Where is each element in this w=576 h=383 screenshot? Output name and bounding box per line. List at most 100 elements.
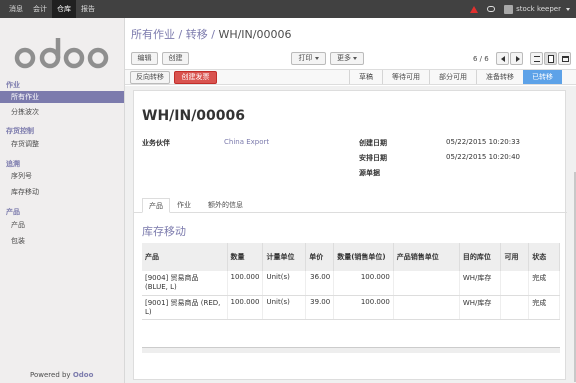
avatar: [504, 4, 514, 14]
sidebar-section-operations: 作业: [6, 81, 20, 89]
create-invoice-button[interactable]: 创建发票: [174, 71, 217, 84]
sidebar-section-traceability: 追溯: [6, 160, 20, 168]
chevron-down-icon: [566, 7, 570, 11]
form-icon: [548, 55, 554, 63]
form-sheet-background: WH/IN/00006 业务伙伴 China Export 创建日期 05/22…: [125, 86, 576, 383]
scheduled-date-label: 安排日期: [359, 154, 387, 162]
sidebar-section-products: 产品: [6, 208, 20, 216]
breadcrumb: 所有作业 / 转移 / WH/IN/00006: [131, 26, 291, 42]
top-menu-accounting[interactable]: 会计: [28, 0, 52, 18]
odoo-logo[interactable]: [14, 34, 110, 74]
document-name: WH/IN/00006: [142, 108, 246, 124]
pager-previous-button[interactable]: [496, 52, 509, 65]
chat-icon[interactable]: [487, 6, 496, 12]
cell-unit-price: 36.00: [305, 271, 335, 296]
form-view-button[interactable]: [544, 52, 557, 65]
cell-unit-price: 39.00: [305, 295, 335, 320]
cell-destination: WH/库存: [459, 271, 502, 296]
calendar-view-button[interactable]: [558, 52, 571, 65]
tab-products[interactable]: 产品: [142, 198, 170, 213]
partner-label: 业务伙伴: [142, 139, 170, 147]
user-menu[interactable]: stock keeper: [504, 4, 570, 14]
column-header-product[interactable]: 产品: [142, 243, 228, 271]
partner-link[interactable]: China Export: [224, 138, 269, 146]
create-button[interactable]: 创建: [162, 52, 189, 65]
sidebar-item-products[interactable]: 产品: [0, 219, 124, 231]
column-header-unit-price[interactable]: 单价: [305, 243, 335, 271]
cell-state: 完成: [528, 271, 560, 296]
user-name: stock keeper: [516, 5, 561, 13]
cell-uom: Unit(s): [262, 295, 307, 320]
column-header-quantity[interactable]: 数量: [227, 243, 264, 271]
more-label: 更多: [337, 54, 351, 62]
table-row[interactable]: [9004] 贸易商品 (BLUE, L) 100.000 Unit(s) 36…: [142, 271, 560, 296]
stage-transferred[interactable]: 已转移: [523, 70, 562, 84]
column-header-destination[interactable]: 目的库位: [459, 243, 502, 271]
print-button[interactable]: 打印: [291, 52, 326, 65]
breadcrumb-separator: /: [211, 28, 215, 41]
warning-icon[interactable]: [470, 5, 479, 13]
sidebar-item-stock-moves[interactable]: 库存移动: [0, 186, 124, 198]
top-menu-messages[interactable]: 消息: [4, 0, 28, 18]
breadcrumb-all-operations[interactable]: 所有作业: [131, 28, 175, 41]
list-icon: [534, 56, 540, 62]
sidebar: 作业 所有作业 分拣波次 存货控制 存货调整 追溯 序列号 库存移动 产品 产品…: [0, 18, 125, 383]
create-date-value: 05/22/2015 10:20:33: [446, 138, 521, 146]
chevron-down-icon: [353, 56, 357, 60]
stage-waiting-availability[interactable]: 等待可用: [382, 70, 429, 84]
powered-by-brand: Odoo: [72, 371, 94, 379]
cell-uos-quantity: 100.000: [333, 295, 394, 320]
reverse-transfer-button[interactable]: 反向转移: [130, 71, 170, 84]
stage-ready-to-transfer[interactable]: 准备转移: [476, 70, 523, 84]
top-navbar: 消息 会计 仓库 报告 stock keeper: [0, 0, 576, 18]
sidebar-item-all-operations[interactable]: 所有作业: [0, 91, 124, 103]
cell-destination: WH/库存: [459, 295, 502, 320]
cell-uos: [393, 271, 460, 296]
arrow-left-icon: [501, 56, 505, 62]
tab-operations[interactable]: 作业: [171, 198, 197, 213]
table-footer: [142, 347, 560, 353]
cell-quantity: 100.000: [227, 271, 264, 296]
table-header-row: 产品 数量 计量单位 单价 数量(销售单位) 产品销售单位 目的库位 可用 状态: [142, 243, 560, 271]
stage-draft[interactable]: 草稿: [349, 70, 382, 84]
more-button[interactable]: 更多: [330, 52, 364, 65]
column-header-uos[interactable]: 产品销售单位: [393, 243, 460, 271]
stage-bar: 草稿 等待可用 部分可用 准备转移 已转移: [349, 70, 562, 84]
cell-uos: [393, 295, 460, 320]
column-header-availability[interactable]: 可用: [500, 243, 530, 271]
powered-by[interactable]: Powered by Odoo: [30, 371, 93, 379]
breadcrumb-transfers[interactable]: 转移: [186, 28, 208, 41]
stage-partially-available[interactable]: 部分可用: [429, 70, 476, 84]
create-date-label: 创建日期: [359, 139, 387, 147]
print-label: 打印: [298, 54, 313, 62]
source-document-label: 源单据: [359, 169, 380, 177]
top-menu-warehouse[interactable]: 仓库: [52, 0, 76, 18]
sidebar-item-serial-numbers[interactable]: 序列号: [0, 170, 124, 182]
column-header-state[interactable]: 状态: [528, 243, 560, 271]
column-header-uos-quantity[interactable]: 数量(销售单位): [333, 243, 394, 271]
calendar-icon: [562, 56, 569, 62]
cell-uos-quantity: 100.000: [333, 271, 394, 296]
form-sheet: WH/IN/00006 业务伙伴 China Export 创建日期 05/22…: [133, 90, 567, 380]
pager-next-button[interactable]: [510, 52, 523, 65]
sidebar-section-inventory-control: 存货控制: [6, 127, 34, 135]
powered-by-text: Powered by: [30, 371, 71, 379]
chevron-down-icon: [314, 56, 319, 60]
breadcrumb-current: WH/IN/00006: [218, 28, 292, 41]
sidebar-item-picking-waves[interactable]: 分拣波次: [0, 106, 124, 118]
cell-state: 完成: [528, 295, 560, 320]
tab-additional-info[interactable]: 额外的信息: [202, 198, 249, 213]
top-menu-reporting[interactable]: 报告: [76, 0, 100, 18]
top-menu: 消息 会计 仓库 报告: [4, 0, 100, 18]
sidebar-item-packages[interactable]: 包装: [0, 235, 124, 247]
cell-quantity: 100.000: [227, 295, 264, 320]
sidebar-item-inventory-adjustments[interactable]: 存货调整: [0, 138, 124, 150]
top-right-area: stock keeper: [470, 0, 570, 18]
cell-availability: [500, 271, 530, 296]
column-header-uom[interactable]: 计量单位: [262, 243, 307, 271]
table-row[interactable]: [9001] 贸易商品 (RED, L) 100.000 Unit(s) 39.…: [142, 295, 560, 320]
stock-moves-table: 产品 数量 计量单位 单价 数量(销售单位) 产品销售单位 目的库位 可用 状态…: [142, 243, 560, 320]
edit-button[interactable]: 编辑: [131, 52, 158, 65]
breadcrumb-separator: /: [178, 28, 183, 41]
list-view-button[interactable]: [530, 52, 543, 65]
